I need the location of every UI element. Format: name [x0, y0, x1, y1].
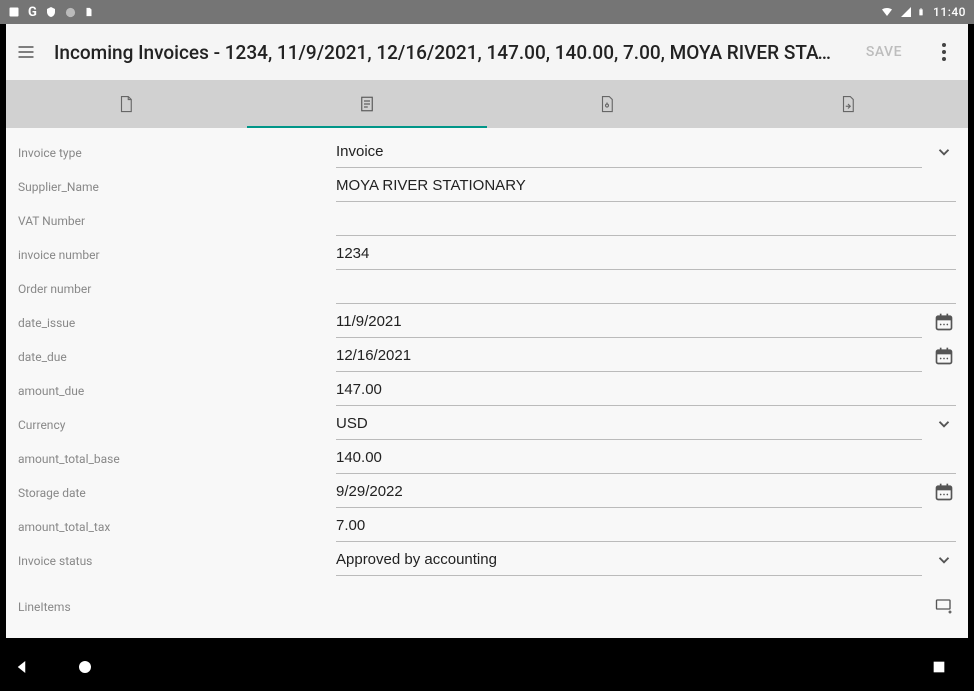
more-button[interactable]	[928, 36, 960, 68]
signal-icon	[899, 6, 913, 18]
chevron-down-icon[interactable]	[932, 140, 956, 164]
android-nav-bar	[0, 643, 974, 691]
notification-icon	[8, 6, 20, 18]
nav-recent-button[interactable]	[928, 656, 950, 678]
field-order-number[interactable]	[336, 274, 956, 304]
status-left: G	[8, 5, 94, 20]
tab-attachment[interactable]	[487, 80, 728, 128]
page-title: Incoming Invoices - 1234, 11/9/2021, 12/…	[54, 41, 840, 64]
wifi-icon	[879, 6, 895, 18]
tab-document[interactable]	[6, 80, 247, 128]
label-invoice-type: Invoice type	[18, 146, 328, 168]
label-order-number: Order number	[18, 282, 328, 304]
google-icon: G	[28, 5, 37, 20]
tabs	[6, 80, 968, 128]
field-date-due[interactable]	[336, 342, 922, 372]
chevron-down-icon[interactable]	[932, 412, 956, 436]
field-storage-date[interactable]	[336, 478, 922, 508]
label-line-items: LineItems	[18, 600, 328, 622]
save-button[interactable]: SAVE	[856, 44, 912, 60]
field-currency[interactable]	[336, 410, 922, 440]
calendar-icon[interactable]	[932, 310, 956, 334]
label-date-due: date_due	[18, 350, 328, 372]
app-bar: Incoming Invoices - 1234, 11/9/2021, 12/…	[6, 24, 968, 80]
form-content: Invoice type Supplier_Name VAT Number	[6, 128, 968, 638]
status-right: 11:40	[879, 5, 966, 19]
label-amount-total-tax: amount_total_tax	[18, 520, 328, 542]
field-amount-due[interactable]	[336, 376, 956, 406]
field-invoice-status[interactable]	[336, 546, 922, 576]
battery-icon	[917, 5, 925, 19]
field-date-issue[interactable]	[336, 308, 922, 338]
calendar-icon[interactable]	[932, 344, 956, 368]
nav-back-button[interactable]	[12, 656, 34, 678]
field-amount-total-tax[interactable]	[336, 512, 956, 542]
tab-workflow[interactable]	[728, 80, 969, 128]
field-supplier-name[interactable]	[336, 172, 956, 202]
field-amount-total-base[interactable]	[336, 444, 956, 474]
label-currency: Currency	[18, 418, 328, 440]
add-line-item-icon[interactable]	[932, 594, 956, 618]
field-vat-number[interactable]	[336, 206, 956, 236]
label-invoice-status: Invoice status	[18, 554, 328, 576]
field-invoice-type[interactable]	[336, 138, 922, 168]
clock: 11:40	[933, 5, 966, 19]
status-bar: G 11:40	[0, 0, 974, 24]
label-vat-number: VAT Number	[18, 214, 328, 236]
circle-icon	[65, 7, 76, 18]
tab-form[interactable]	[247, 80, 488, 128]
label-supplier-name: Supplier_Name	[18, 180, 328, 202]
label-date-issue: date_issue	[18, 316, 328, 338]
label-invoice-number: invoice number	[18, 248, 328, 270]
label-amount-total-base: amount_total_base	[18, 452, 328, 474]
nav-home-button[interactable]	[74, 656, 96, 678]
field-invoice-number[interactable]	[336, 240, 956, 270]
menu-button[interactable]	[14, 40, 38, 64]
shield-icon	[45, 6, 57, 18]
label-storage-date: Storage date	[18, 486, 328, 508]
label-amount-due: amount_due	[18, 384, 328, 406]
chevron-down-icon[interactable]	[932, 548, 956, 572]
sim-icon	[84, 6, 94, 18]
calendar-icon[interactable]	[932, 480, 956, 504]
